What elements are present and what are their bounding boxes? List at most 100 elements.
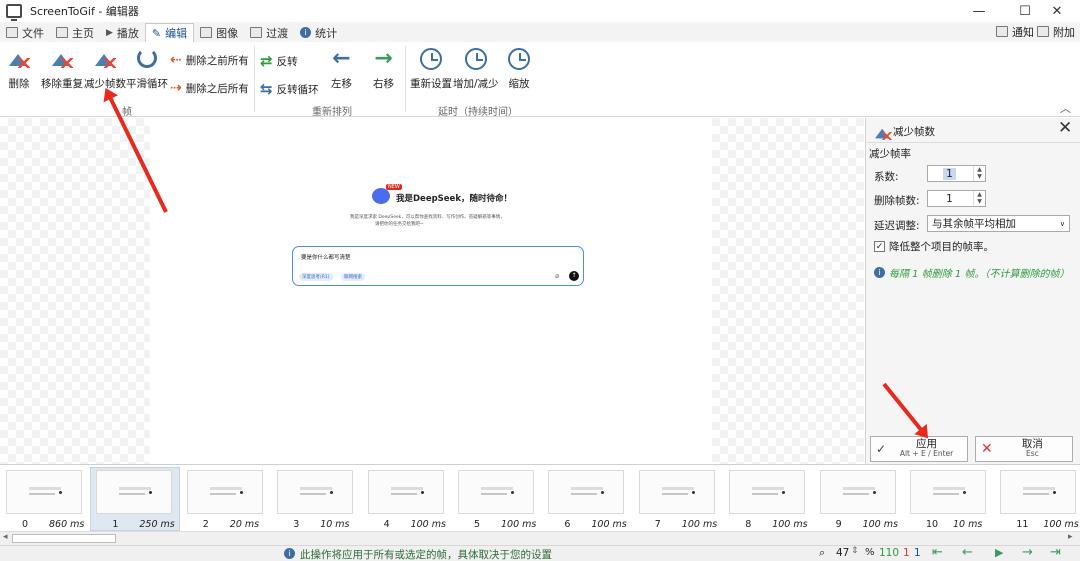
close-button[interactable]: ✕	[1034, 0, 1080, 22]
attach-button[interactable]: 附加	[1037, 22, 1075, 41]
thumbnail-line	[119, 493, 146, 495]
move-right-button[interactable]: → 右移	[373, 48, 394, 91]
move-left-button[interactable]: ← 左移	[331, 48, 352, 91]
checkbox-checked-icon[interactable]: ✓	[874, 241, 885, 252]
ribbon-separator	[254, 46, 255, 112]
frame-thumbnail[interactable]	[96, 470, 173, 514]
frame-thumbnail[interactable]	[638, 470, 715, 514]
frame-thumbnail[interactable]	[367, 470, 444, 514]
preview-subtext-2: 请把你的任务交给我吧~	[375, 222, 424, 227]
reverse-button[interactable]: ⇄ 反转	[260, 52, 298, 70]
thumbnail-line	[933, 487, 965, 490]
delete-after-button[interactable]: ⇢ 删除之后所有	[170, 80, 249, 96]
delay-adjust-dropdown[interactable]: 与其余帧平均相加 ∨	[927, 215, 1070, 232]
factor-stepper[interactable]: 1 ▲ ▼	[927, 165, 986, 182]
frame-thumbnail[interactable]	[458, 470, 534, 514]
paperclip-icon: ⌀	[555, 272, 560, 280]
thumbnail-dot	[1053, 491, 1057, 494]
arrow-right-red-icon: ⇢	[170, 80, 182, 96]
stepper-arrows-icon[interactable]: ▲ ▼	[973, 191, 985, 206]
chevron-down-icon: ∨	[1059, 219, 1065, 228]
frame-preview: NEW 我是DeepSeek，随时待命！ 我是深度求索 DeepSeek，可以帮…	[150, 118, 712, 464]
frame-delay: 100 ms	[591, 519, 627, 530]
remove-duplicates-button[interactable]: 移除重复	[41, 48, 83, 91]
smooth-loop-button[interactable]: 平滑循环	[126, 48, 168, 91]
override-delay-button[interactable]: 重新设置	[410, 48, 452, 91]
play-icon[interactable]: ▶	[995, 546, 1003, 559]
thumbnail-dot	[511, 491, 514, 494]
reduce-frames-panel-icon	[874, 124, 892, 140]
frame-thumbnail[interactable]	[548, 470, 625, 514]
last-frame-icon[interactable]: ⇥	[1050, 545, 1061, 560]
thumbnail-dot	[330, 491, 334, 494]
reduce-frames-button[interactable]: 减少帧数	[84, 48, 126, 91]
delete-before-button[interactable]: ⇠ 删除之前所有	[170, 52, 249, 68]
tab-home[interactable]: 主页	[50, 23, 100, 42]
arrow-left-red-icon: ⇠	[170, 52, 182, 68]
info-icon: i	[284, 548, 295, 559]
increase-decrease-delay-button[interactable]: 增加/减少	[453, 48, 499, 91]
thumbnail-line	[571, 487, 604, 490]
scale-delay-button[interactable]: 缩放	[508, 48, 530, 91]
collapse-ribbon-icon[interactable]: ︿	[1060, 100, 1071, 116]
cancel-button[interactable]: ✕ 取消 Esc	[975, 436, 1073, 462]
thumbnail-line	[1023, 493, 1050, 495]
scroll-left-icon[interactable]: ◂	[3, 532, 8, 542]
arrow-right-icon: →	[374, 46, 393, 71]
previous-frame-icon[interactable]: ←	[962, 545, 973, 560]
yoyo-button[interactable]: ⇆ 反转循环	[260, 80, 319, 98]
frame-thumbnail[interactable]	[277, 470, 354, 514]
minimize-button[interactable]: —	[956, 0, 1002, 22]
panel-close-icon[interactable]: ✕	[1058, 118, 1072, 138]
scroll-thumb[interactable]	[12, 534, 116, 543]
first-frame-icon[interactable]: ⇤	[932, 545, 943, 560]
home-icon	[56, 27, 68, 38]
tab-file[interactable]: 文件	[0, 23, 50, 42]
zoom-value[interactable]: 47	[836, 547, 849, 559]
frame-thumbnail[interactable]	[6, 470, 82, 514]
frame-thumbnail[interactable]	[186, 470, 263, 514]
status-bar: i 此操作将应用于所有或选定的帧，具体取决于您的设置 ⌕ 47 ⇕ % 110 …	[0, 545, 1080, 561]
delete-frame-button[interactable]: 删除	[8, 48, 30, 91]
preview-chip-deepthink: 深度思考(R1)	[299, 273, 333, 281]
frame-number: 4	[383, 519, 390, 530]
pencil-icon: ✎	[151, 26, 162, 40]
frame-delay: 100 ms	[501, 519, 537, 530]
send-arrow-icon: ↑	[569, 271, 579, 281]
thumbnail-dot	[59, 491, 62, 494]
thumbnail-line	[481, 487, 513, 490]
scroll-right-icon[interactable]: ▸	[1068, 532, 1073, 542]
tab-playback[interactable]: ▶ 播放	[100, 23, 145, 42]
stepper-arrows-icon[interactable]: ▲ ▼	[973, 166, 985, 181]
notifications-button[interactable]: 通知	[996, 22, 1034, 41]
remove-count-stepper[interactable]: 1 ▲ ▼	[927, 190, 986, 207]
window-title: ScreenToGif - 编辑器	[30, 5, 139, 18]
thumbnail-line	[390, 493, 417, 495]
clock-plus-icon	[464, 48, 487, 70]
frame-thumbnail[interactable]	[910, 470, 986, 514]
frame-thumbnail[interactable]	[729, 470, 806, 514]
reduce-frames-panel: 减少帧数 ✕ 减少帧率 系数: 1 ▲ ▼ 删除帧数: 1 ▲ ▼ 延迟调整: 与其…	[865, 118, 1080, 464]
zoom-stepper-icon[interactable]: ⇕	[851, 546, 859, 556]
reduce-project-framerate-checkbox[interactable]: ✓ 降低整个项目的帧率。	[874, 239, 994, 254]
zoom-magnifier-icon[interactable]: ⌕	[819, 546, 825, 560]
thumbnail-line	[300, 487, 333, 490]
frame-delay: 100 ms	[1043, 519, 1079, 530]
panel-divider	[866, 142, 1080, 143]
tab-statistics[interactable]: i 统计	[294, 23, 343, 42]
delay-adjust-label: 延迟调整:	[874, 220, 920, 232]
panel-title: 减少帧数	[893, 126, 935, 138]
next-frame-icon[interactable]: →	[1022, 545, 1033, 560]
tab-edit[interactable]: ✎ 编辑	[144, 23, 195, 42]
frame-thumbnail[interactable]	[1000, 470, 1077, 514]
preview-input-text: 要是你什么都写清楚	[301, 255, 351, 261]
frame-number: 1	[112, 519, 119, 530]
frame-thumbnail[interactable]	[819, 470, 896, 514]
yoyo-icon: ⇆	[260, 80, 273, 98]
filmstrip-scrollbar[interactable]: ◂ ▸	[0, 531, 1080, 545]
frame-delay: 10 ms	[320, 519, 350, 530]
tab-image[interactable]: 图像	[194, 23, 244, 42]
tab-transitions[interactable]: 过渡	[244, 23, 294, 42]
thumbnail-line	[29, 493, 55, 495]
thumbnail-dot	[239, 491, 243, 494]
